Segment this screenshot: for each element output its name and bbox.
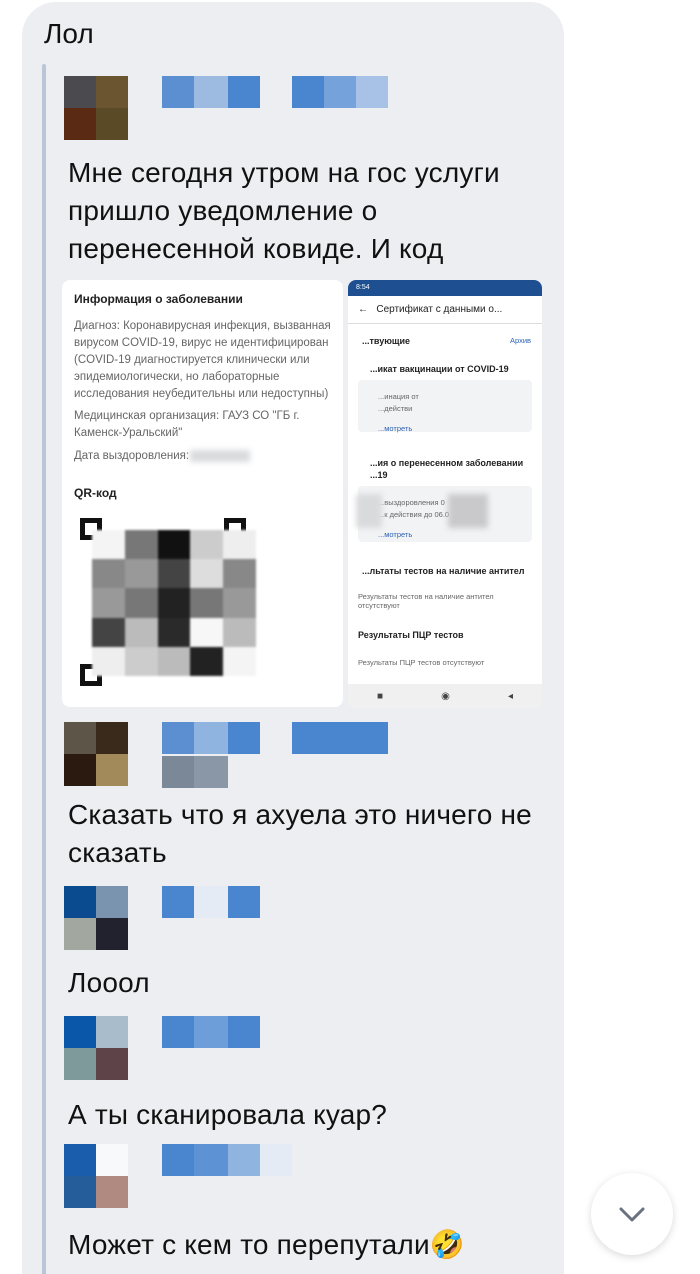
antibody-text: Результаты тестов на наличие антител отс…	[358, 592, 494, 610]
message-title: Лол	[44, 18, 94, 49]
message-text: Может с кем то перепутали🤣	[68, 1229, 465, 1260]
pcr-text: Результаты ПЦР тестов отсутствуют	[358, 658, 485, 667]
illness-title: ...ия о перенесенном заболевании	[370, 458, 524, 468]
app-header: ← Сертификат с данными о...	[348, 296, 542, 324]
info-heading: Информация о заболевании	[74, 292, 243, 306]
avatar[interactable]	[64, 1016, 128, 1080]
active-section: ...твующие	[362, 336, 411, 346]
android-navbar: ■ ◉ ◂	[348, 684, 542, 708]
archive-link: Архив	[510, 336, 532, 345]
scroll-down-button[interactable]	[591, 1173, 673, 1255]
vaccination-title: ...икат вакцинации от COVID-19	[370, 364, 509, 374]
header-title: Сертификат с данными о...	[376, 304, 503, 315]
sender-name	[162, 886, 260, 918]
sender-name	[292, 76, 388, 108]
qr-label: QR-код	[74, 486, 117, 500]
sender-name	[162, 1144, 292, 1176]
sender-name	[162, 722, 260, 754]
message-text: А ты сканировала куар?	[68, 1099, 388, 1130]
vaccination-view-link: ...мотреть	[378, 424, 413, 433]
sender-name	[162, 76, 260, 108]
message-text: Мне сегодня утром на гос услуги пришло у…	[68, 157, 500, 264]
attached-image-2[interactable]: 8:54 ← Сертификат с данными о... ...твую…	[348, 280, 542, 708]
attached-image-1[interactable]: Информация о заболевании Диагноз: Корона…	[62, 280, 343, 707]
sender-name	[162, 1016, 260, 1048]
back-icon: ◂	[507, 690, 513, 702]
recents-icon: ■	[377, 690, 384, 702]
message-text: Сказать что я ахуела это ничего не сказа…	[68, 799, 532, 868]
antibody-title: ...льтаты тестов на наличие антител	[362, 566, 525, 576]
arrow-left-icon: ←	[358, 304, 368, 315]
diagnosis-text: Диагноз: Коронавирусная инфекция, вызван…	[74, 320, 331, 400]
message-text: Лооол	[68, 967, 150, 998]
avatar[interactable]	[64, 722, 128, 786]
chat-screen: Лол Мне сегодня утром на гос услуги приш…	[0, 0, 700, 1274]
sender-name	[162, 756, 228, 788]
home-icon: ◉	[441, 690, 450, 702]
qr-code-icon	[78, 516, 256, 688]
quote-bar	[42, 64, 46, 1274]
status-bar: 8:54	[348, 280, 542, 296]
avatar[interactable]	[64, 1144, 128, 1208]
pcr-title: Результаты ПЦР тестов	[358, 630, 464, 640]
chevron-down-icon	[619, 1207, 645, 1222]
illness-view-link: ...мотреть	[378, 530, 413, 539]
sender-name	[292, 722, 388, 754]
avatar[interactable]	[64, 76, 128, 140]
avatar[interactable]	[64, 886, 128, 950]
organization-text: Медицинская организация: ГАУЗ СО "ГБ г. …	[74, 410, 300, 439]
